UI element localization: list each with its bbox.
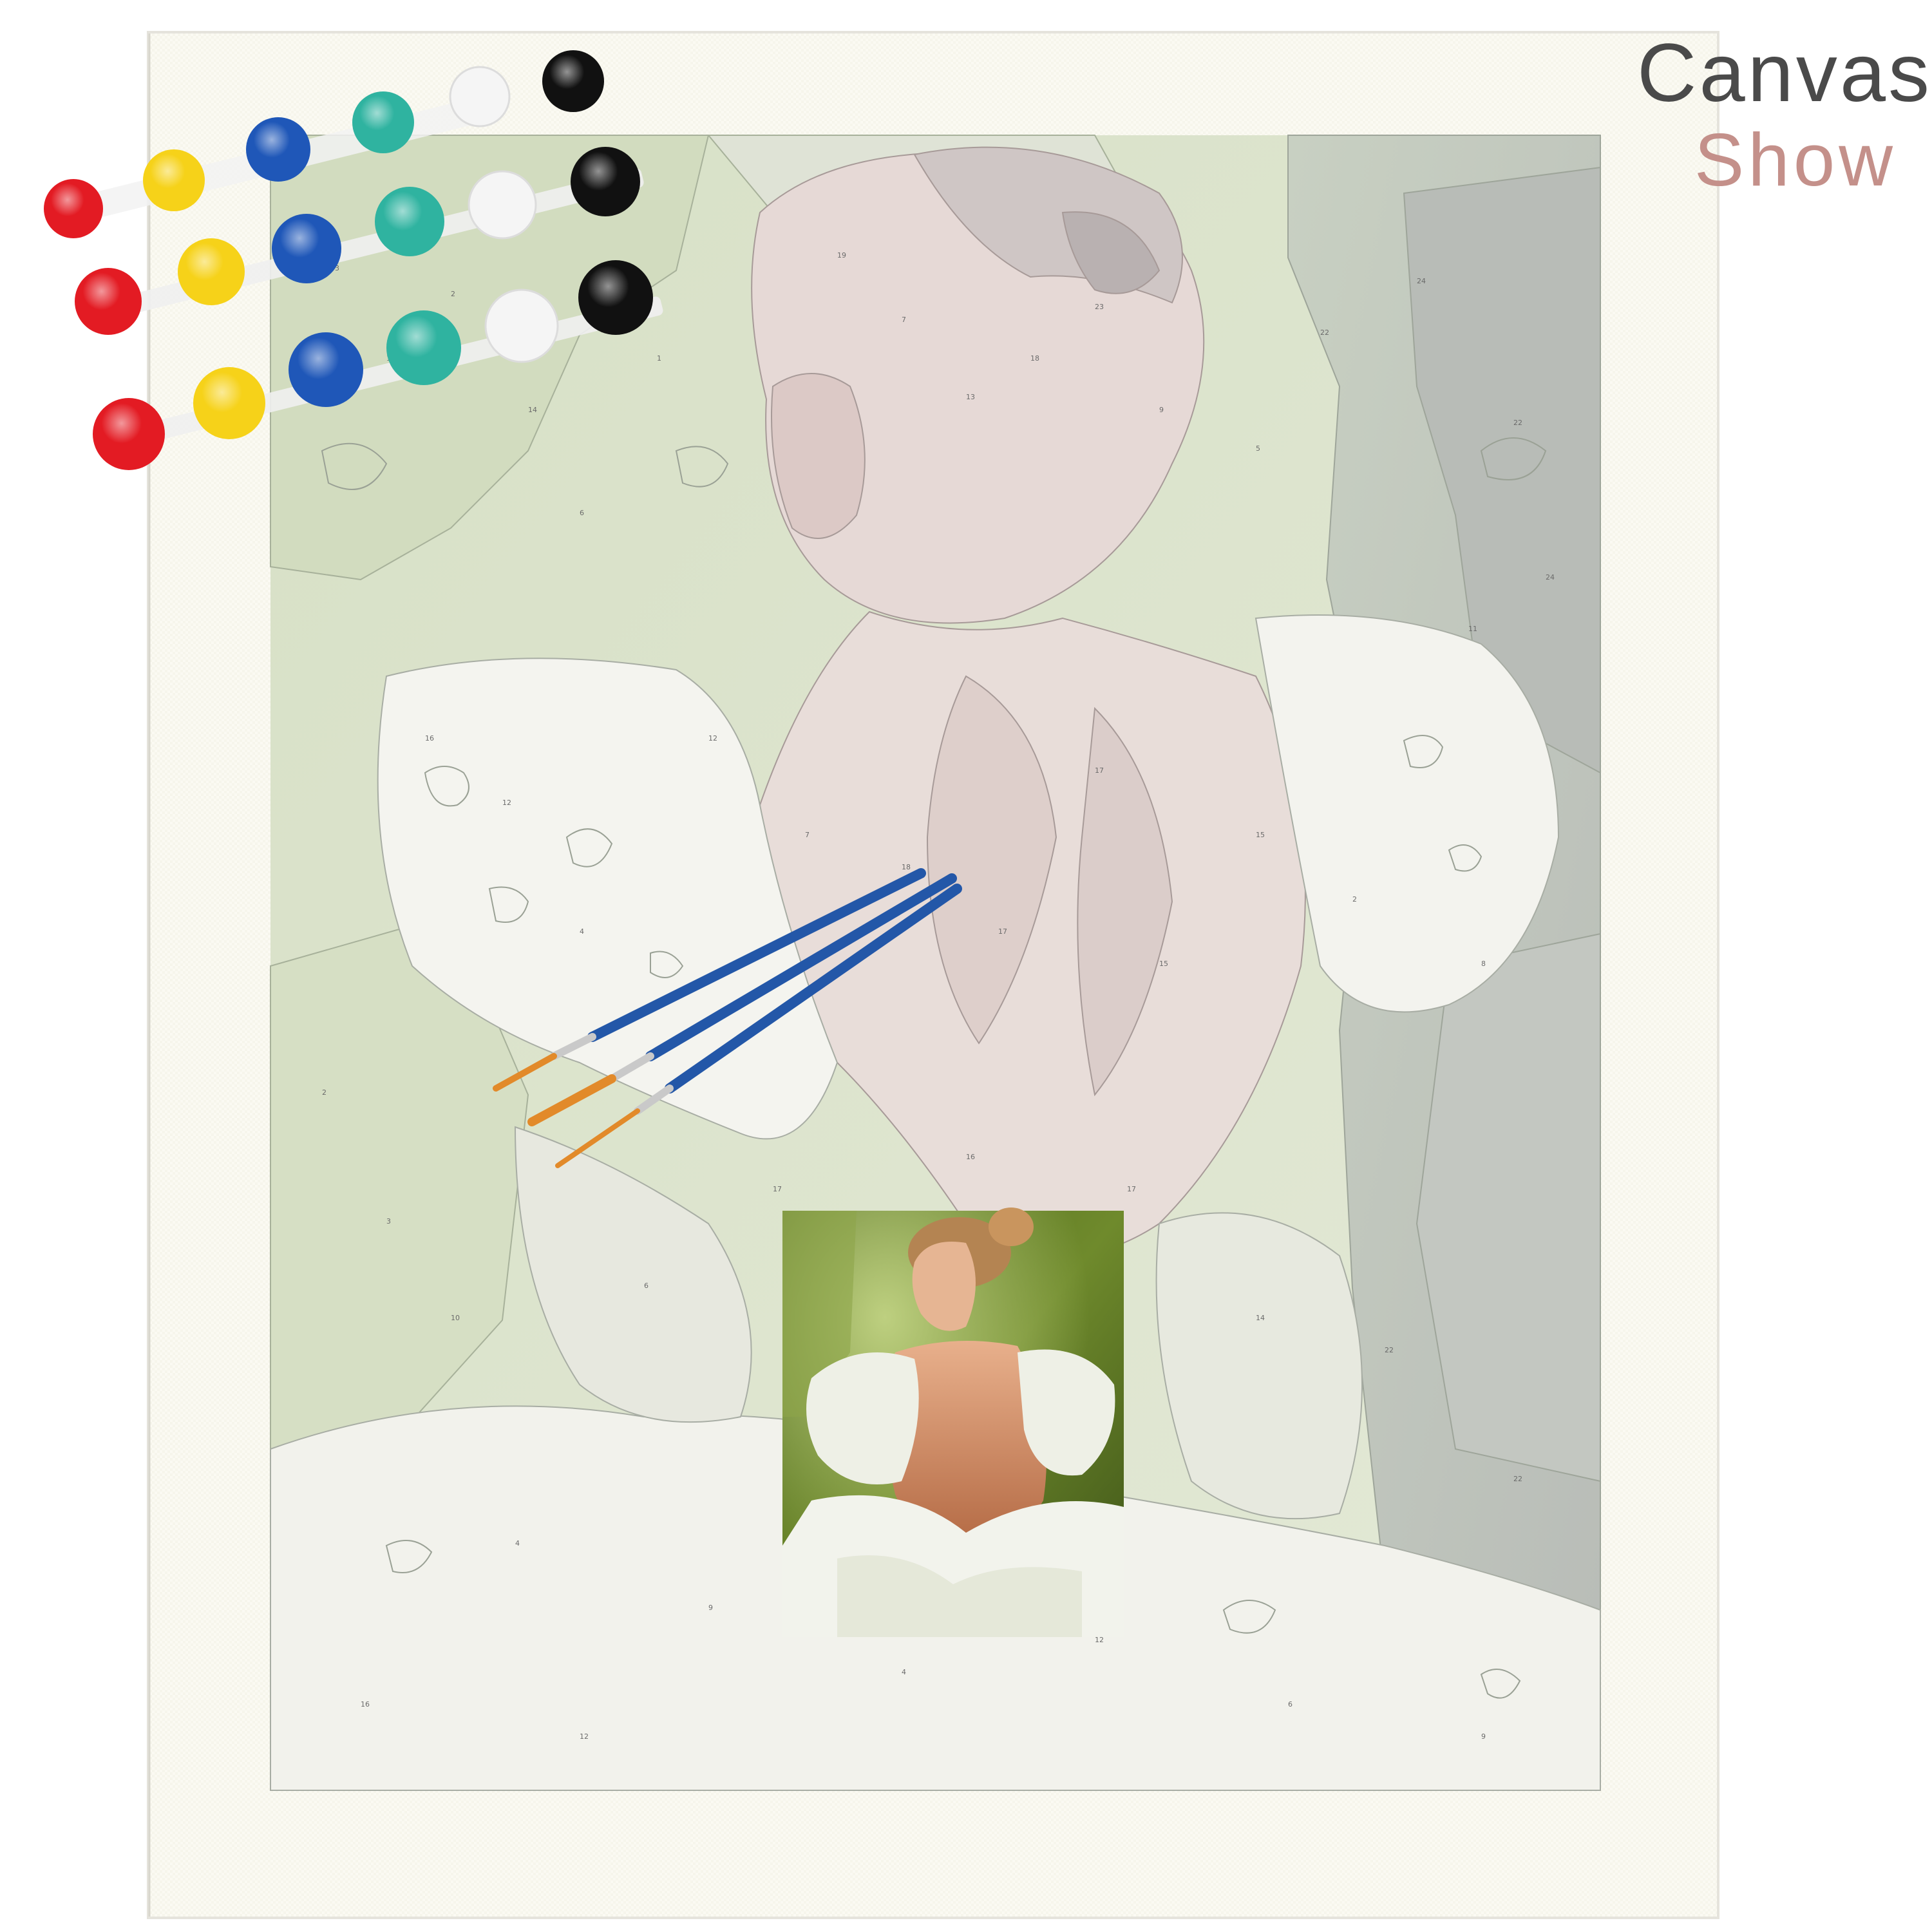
svg-text:2: 2 bbox=[451, 290, 455, 298]
svg-text:17: 17 bbox=[1095, 766, 1104, 775]
svg-text:17: 17 bbox=[998, 927, 1007, 936]
svg-text:16: 16 bbox=[425, 734, 434, 743]
svg-text:24: 24 bbox=[1417, 277, 1426, 285]
svg-text:16: 16 bbox=[966, 1153, 975, 1161]
svg-text:2: 2 bbox=[1352, 895, 1357, 904]
svg-text:15: 15 bbox=[1159, 960, 1168, 968]
svg-text:6: 6 bbox=[580, 509, 584, 517]
svg-text:22: 22 bbox=[1320, 328, 1329, 337]
svg-text:4: 4 bbox=[902, 1668, 906, 1676]
svg-text:18: 18 bbox=[902, 863, 911, 871]
svg-text:9: 9 bbox=[1159, 406, 1164, 414]
brand-label-show: Show bbox=[1694, 118, 1897, 202]
svg-text:6: 6 bbox=[644, 1282, 649, 1290]
svg-text:6: 6 bbox=[1288, 1700, 1293, 1709]
svg-text:8: 8 bbox=[1481, 960, 1486, 968]
svg-text:9: 9 bbox=[708, 1604, 713, 1612]
brand-label-canvas: Canvas bbox=[1637, 27, 1932, 119]
svg-text:12: 12 bbox=[502, 799, 511, 807]
svg-text:24: 24 bbox=[1546, 573, 1555, 582]
svg-text:15: 15 bbox=[1256, 831, 1265, 839]
svg-text:1: 1 bbox=[657, 354, 661, 363]
svg-text:22: 22 bbox=[1513, 419, 1522, 427]
svg-text:3: 3 bbox=[386, 1217, 391, 1226]
svg-text:18: 18 bbox=[1030, 354, 1039, 363]
svg-text:7: 7 bbox=[805, 831, 810, 839]
svg-text:22: 22 bbox=[1513, 1475, 1522, 1483]
svg-text:12: 12 bbox=[708, 734, 717, 743]
svg-text:4: 4 bbox=[580, 927, 584, 936]
svg-text:13: 13 bbox=[966, 393, 975, 401]
svg-text:23: 23 bbox=[1095, 303, 1104, 311]
svg-text:2: 2 bbox=[322, 1088, 327, 1097]
svg-text:16: 16 bbox=[361, 1700, 370, 1709]
svg-text:17: 17 bbox=[773, 1185, 782, 1193]
svg-text:14: 14 bbox=[528, 406, 537, 414]
svg-text:4: 4 bbox=[515, 1539, 520, 1548]
svg-text:19: 19 bbox=[837, 251, 846, 260]
svg-text:17: 17 bbox=[1127, 1185, 1136, 1193]
scene-illustration: 3102 1461 19713 18239 52224 222411 16124… bbox=[44, 31, 1719, 1919]
svg-text:11: 11 bbox=[1468, 625, 1477, 633]
svg-text:12: 12 bbox=[580, 1732, 589, 1741]
svg-text:14: 14 bbox=[1256, 1314, 1265, 1322]
svg-text:10: 10 bbox=[451, 1314, 460, 1322]
svg-text:5: 5 bbox=[1256, 444, 1260, 453]
reference-thumbnail bbox=[782, 1208, 1124, 1637]
svg-text:22: 22 bbox=[1385, 1346, 1394, 1354]
svg-text:7: 7 bbox=[902, 316, 906, 324]
svg-text:9: 9 bbox=[1481, 1732, 1486, 1741]
product-image: 3102 1461 19713 18239 52224 222411 16124… bbox=[0, 0, 1932, 1932]
